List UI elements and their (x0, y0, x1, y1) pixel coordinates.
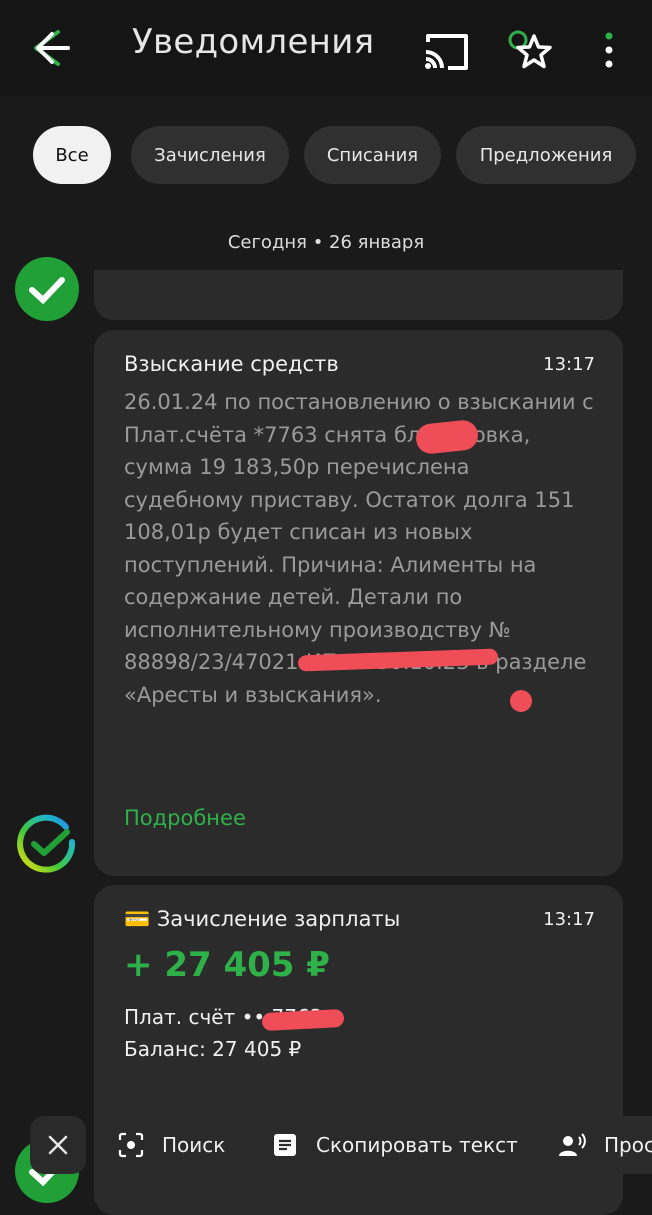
sber-avatar-partial (14, 256, 80, 322)
redaction-mark (510, 690, 532, 712)
favorite-button[interactable] (504, 26, 560, 78)
sber-logo-icon (15, 813, 79, 877)
lens-search-icon (116, 1130, 146, 1160)
sber-avatar (14, 812, 80, 878)
filter-chips: Все Зачисления Списания Предложения (0, 126, 652, 184)
close-toolbar-button[interactable] (30, 1116, 86, 1174)
credit-amount: + 27 405 ₽ (124, 945, 330, 985)
close-icon (48, 1135, 68, 1155)
document-icon (270, 1130, 300, 1160)
chip-income[interactable]: Зачисления (131, 126, 289, 184)
copy-text-button[interactable]: Скопировать текст (256, 1116, 528, 1174)
notification-card-collection[interactable]: Взыскание средств 13:17 26.01.24 по пост… (94, 330, 623, 876)
listen-button[interactable]: Прослушать (544, 1116, 652, 1174)
notification-time: 13:17 (543, 354, 595, 375)
chip-offers[interactable]: Предложения (456, 126, 636, 184)
balance-line: Баланс: 27 405 ₽ (124, 1037, 302, 1061)
notification-card-partial[interactable] (94, 270, 623, 320)
search-label: Поиск (162, 1133, 226, 1157)
app-bar: Уведомления (0, 0, 652, 96)
text-actions-toolbar: Поиск Скопировать текст Прослушать (0, 1110, 652, 1180)
back-button[interactable] (28, 24, 76, 72)
more-details-link[interactable]: Подробнее (124, 806, 246, 830)
cast-icon (425, 34, 468, 70)
star-icon (508, 30, 552, 69)
chip-expenses[interactable]: Списания (304, 126, 441, 184)
arrow-left-icon (34, 30, 70, 66)
more-vert-icon (605, 32, 613, 68)
redaction-mark (261, 1008, 345, 1032)
search-button[interactable]: Поиск (102, 1116, 240, 1174)
cast-button[interactable] (422, 30, 470, 74)
copy-text-label: Скопировать текст (316, 1133, 518, 1157)
notification-time: 13:17 (543, 909, 595, 930)
listen-label: Прослушать (604, 1133, 652, 1157)
notification-title: 💳 Зачисление зарплаты (124, 907, 401, 931)
page-title: Уведомления (132, 22, 375, 62)
chip-all[interactable]: Все (33, 126, 111, 184)
speak-icon (558, 1130, 588, 1160)
date-header: Сегодня • 26 января (227, 232, 425, 253)
more-menu-button[interactable] (598, 30, 620, 74)
notification-title: Взыскание средств (124, 352, 339, 376)
sber-logo-icon (15, 257, 79, 321)
